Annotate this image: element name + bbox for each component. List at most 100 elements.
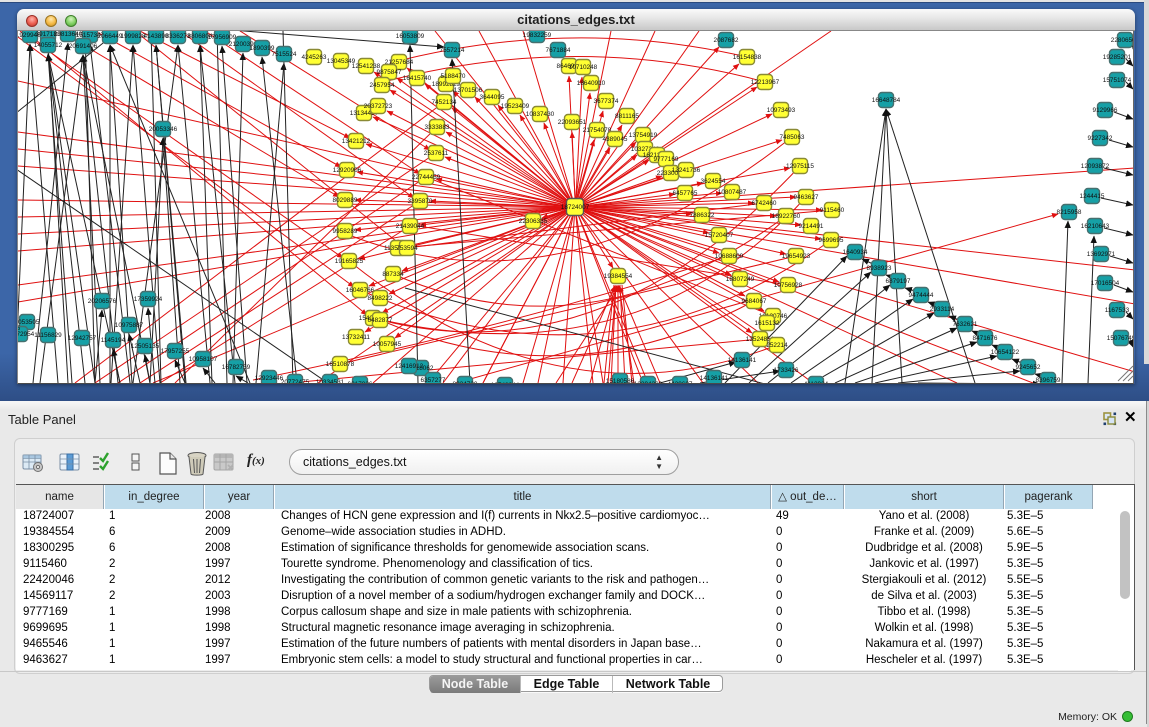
svg-text:6482877: 6482877	[368, 317, 393, 324]
svg-text:12923446: 12923446	[255, 375, 284, 382]
svg-text:8498222: 8498222	[368, 295, 393, 302]
svg-text:16072954: 16072954	[18, 331, 35, 338]
svg-text:19654923: 19654923	[782, 253, 811, 260]
svg-text:17359924: 17359924	[134, 296, 163, 303]
svg-text:6357277: 6357277	[421, 377, 446, 383]
svg-text:16782759: 16782759	[222, 364, 251, 371]
svg-text:2066449: 2066449	[98, 33, 123, 40]
svg-text:10688609: 10688609	[715, 253, 744, 260]
svg-text:12920906: 12920906	[333, 167, 362, 174]
svg-text:12942757: 12942757	[68, 335, 97, 342]
svg-text:16648784: 16648784	[872, 97, 901, 104]
svg-text:9129966: 9129966	[1093, 107, 1118, 114]
svg-text:19832259: 19832259	[523, 32, 552, 39]
svg-text:21439044: 21439044	[396, 223, 425, 230]
svg-text:9699695: 9699695	[819, 237, 844, 244]
svg-text:10057945: 10057945	[373, 341, 402, 348]
svg-text:17016504: 17016504	[1091, 280, 1120, 287]
svg-text:5188470: 5188470	[441, 73, 466, 80]
svg-text:14136141: 14136141	[700, 375, 729, 382]
svg-text:3644095: 3644095	[480, 94, 505, 101]
svg-text:1733426: 1733426	[774, 367, 799, 374]
svg-text:20206576: 20206576	[88, 298, 117, 305]
svg-text:13692971: 13692971	[1087, 251, 1116, 258]
svg-text:6742460: 6742460	[752, 200, 777, 207]
svg-text:1615132: 1615132	[755, 320, 780, 327]
svg-text:19384554: 19384554	[604, 273, 633, 280]
svg-text:7886322: 7886322	[690, 212, 715, 219]
svg-text:2087682: 2087682	[714, 37, 739, 44]
svg-text:2053505: 2053505	[18, 319, 40, 326]
svg-text:15180586: 15180586	[606, 378, 635, 383]
svg-text:19285201: 19285201	[1103, 54, 1132, 61]
svg-text:20372723: 20372723	[364, 103, 393, 110]
svg-text:9474444: 9474444	[909, 292, 934, 299]
svg-text:20691406: 20691406	[69, 43, 98, 50]
svg-text:6879197: 6879197	[886, 278, 911, 285]
svg-text:13748244: 13748244	[491, 382, 520, 383]
svg-text:22093651: 22093651	[558, 119, 587, 126]
svg-text:4245263: 4245263	[302, 54, 327, 61]
svg-text:1167533: 1167533	[1105, 307, 1130, 314]
svg-text:10837430: 10837430	[526, 111, 555, 118]
svg-text:22744459: 22744459	[412, 174, 441, 181]
svg-text:16510878: 16510878	[326, 361, 355, 368]
svg-text:4429607: 4429607	[668, 381, 693, 383]
svg-text:13241736: 13241736	[672, 167, 701, 174]
svg-text:8224730: 8224730	[453, 381, 478, 383]
svg-text:10973493: 10973493	[767, 107, 796, 114]
svg-text:4112034: 4112034	[804, 381, 829, 383]
svg-text:12294238: 12294238	[634, 381, 663, 383]
svg-text:9214491: 9214491	[799, 223, 824, 230]
svg-text:8029889: 8029889	[333, 197, 358, 204]
svg-text:9463627: 9463627	[794, 194, 819, 201]
svg-text:8811165: 8811165	[615, 113, 639, 120]
svg-text:1145194: 1145194	[101, 337, 126, 344]
svg-text:15720407: 15720407	[705, 232, 734, 239]
svg-text:10334531: 10334531	[316, 379, 345, 383]
svg-text:8471676: 8471676	[973, 335, 998, 342]
svg-text:887334: 887334	[382, 271, 404, 278]
svg-text:15751074: 15751074	[1103, 77, 1132, 84]
svg-text:252214: 252214	[766, 342, 788, 349]
svg-text:7671884: 7671884	[546, 47, 571, 54]
svg-text:20772475: 20772475	[281, 379, 310, 383]
svg-text:16053809: 16053809	[396, 33, 425, 40]
svg-text:11156829: 11156829	[34, 332, 62, 339]
svg-text:12975115: 12975115	[786, 163, 814, 170]
svg-text:10756928: 10756928	[774, 282, 803, 289]
svg-text:22806503: 22806503	[1111, 37, 1134, 44]
svg-text:15076749: 15076749	[1107, 335, 1134, 342]
svg-text:16046766: 16046766	[346, 287, 375, 294]
svg-text:14055712: 14055712	[34, 42, 63, 49]
svg-text:3333883: 3333883	[425, 124, 450, 131]
svg-text:13754919: 13754919	[629, 132, 658, 139]
svg-text:10654122: 10654122	[991, 349, 1020, 356]
svg-text:7452134: 7452134	[432, 99, 457, 106]
svg-text:7515524: 7515524	[272, 51, 297, 58]
svg-text:1999828: 1999828	[121, 33, 146, 40]
svg-text:16210643: 16210643	[1081, 223, 1110, 230]
svg-text:12416912: 12416912	[395, 363, 424, 370]
svg-text:3624554: 3624554	[701, 178, 726, 185]
svg-text:17957255: 17957255	[161, 348, 190, 355]
svg-text:10710248: 10710248	[569, 64, 598, 71]
svg-text:6217026: 6217026	[348, 381, 373, 383]
svg-text:9227342: 9227342	[1088, 135, 1113, 142]
svg-text:10975887: 10975887	[115, 322, 144, 329]
svg-text:8396759: 8396759	[1036, 377, 1061, 383]
svg-text:18724007: 18724007	[561, 204, 590, 211]
svg-text:16154838: 16154838	[733, 54, 762, 61]
svg-text:2933114: 2933114	[930, 306, 955, 313]
svg-text:7485063: 7485063	[780, 134, 805, 141]
svg-text:10958107: 10958107	[189, 356, 218, 363]
svg-text:17956909: 17956909	[208, 34, 237, 41]
svg-text:1244415: 1244415	[1080, 193, 1105, 200]
svg-text:6457765: 6457765	[673, 190, 698, 197]
svg-text:18922760: 18922760	[772, 213, 801, 220]
svg-text:12505135: 12505135	[131, 343, 160, 350]
svg-text:2537611: 2537611	[424, 150, 449, 157]
svg-text:9245652: 9245652	[1016, 364, 1041, 371]
svg-text:4389045: 4389045	[603, 136, 628, 143]
svg-text:12213967: 12213967	[751, 79, 780, 86]
